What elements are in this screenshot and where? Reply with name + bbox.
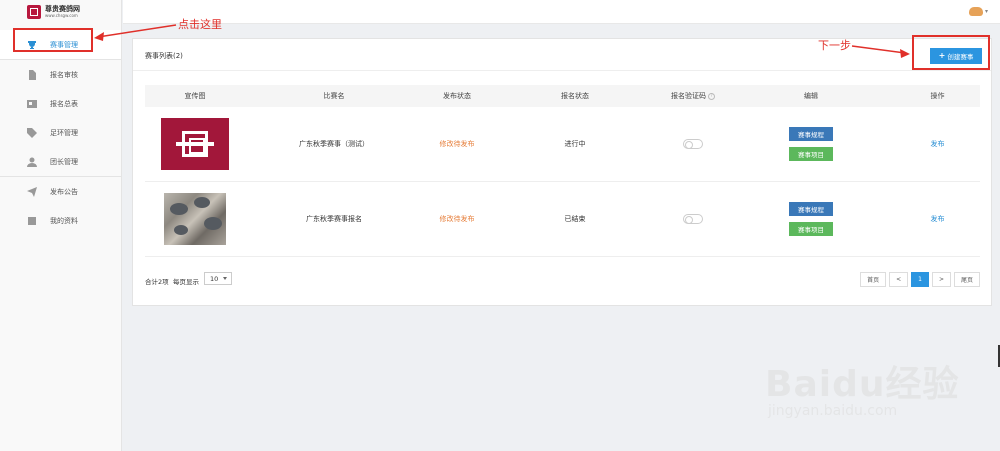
sidebar-item-signup-review[interactable]: 报名审核: [0, 60, 121, 89]
per-page-label: 每页显示: [173, 278, 199, 286]
table-row: 广东秋季赛事报名 修改待发布 已结束 赛事规程 赛事项目 发布: [145, 182, 980, 257]
next-page-button[interactable]: >: [931, 272, 951, 287]
publish-link[interactable]: 发布: [931, 140, 945, 148]
table-footer: 合计2项 每页显示 10 首页 < 1 > 尾页: [145, 272, 980, 288]
sidebar: 尊贵赛鸽网 www.chsgw.com 赛事管理 报名审核 报名总表 足环管理 …: [0, 0, 122, 451]
user-menu[interactable]: ▾: [968, 7, 988, 16]
prev-page-button[interactable]: <: [889, 272, 909, 287]
sidebar-item-my-profile[interactable]: 我的资料: [0, 206, 121, 235]
table-row: 广东秋季赛事（测试） 修改待发布 进行中 赛事规程 赛事项目 发布: [145, 107, 980, 182]
annotation-box-sidebar: [13, 28, 93, 52]
table-header: 宣传图 比赛名 发布状态 报名状态 报名验证码? 编辑 操作: [145, 85, 980, 107]
sidebar-item-ring-management[interactable]: 足环管理: [0, 118, 121, 147]
id-card-icon: [27, 99, 37, 109]
total-count: 合计2项: [145, 278, 169, 286]
user-avatar-icon: [968, 7, 983, 16]
publish-link[interactable]: 发布: [931, 215, 945, 223]
event-list-panel: 赛事列表(2) + 创建赛事 宣传图 比赛名 发布状态 报名状态 报名验证码? …: [132, 38, 992, 306]
sidebar-nav: 赛事管理 报名审核 报名总表 足环管理 团长管理 发布公告 我的资料: [0, 30, 121, 235]
book-icon: [27, 216, 37, 226]
column-header-captcha: 报名验证码?: [659, 91, 727, 101]
captcha-toggle[interactable]: [683, 139, 703, 149]
watermark-site: jingyan.baidu.com: [768, 403, 898, 419]
sidebar-item-label: 团长管理: [50, 157, 78, 166]
panel-header: 赛事列表(2) + 创建赛事: [133, 39, 991, 71]
column-header: 宣传图: [184, 92, 206, 100]
paper-plane-icon: [27, 186, 37, 197]
annotation-click-here: 点击这里: [178, 18, 222, 31]
column-header: 比赛名: [323, 92, 345, 100]
logo[interactable]: 尊贵赛鸽网 www.chsgw.com: [0, 0, 121, 24]
help-icon[interactable]: ?: [708, 92, 715, 100]
sidebar-item-label: 报名总表: [50, 99, 78, 108]
sidebar-item-label: 足环管理: [50, 128, 78, 137]
event-name: 广东秋季赛事报名: [306, 215, 362, 223]
pagination: 首页 < 1 > 尾页: [860, 272, 980, 287]
signup-status: 已结束: [564, 215, 586, 223]
sidebar-item-announcement[interactable]: 发布公告: [0, 177, 121, 206]
watermark-brand: Baidu经验: [765, 364, 960, 405]
brand-url: www.chsgw.com: [45, 13, 78, 18]
per-page-value: 10: [210, 274, 219, 283]
event-rules-button[interactable]: 赛事规程: [789, 127, 833, 141]
event-items-button[interactable]: 赛事项目: [789, 147, 833, 161]
chevron-down-icon: [223, 277, 227, 280]
last-page-button[interactable]: 尾页: [953, 272, 980, 287]
sidebar-item-label: 发布公告: [50, 187, 78, 196]
signup-status: 进行中: [564, 140, 586, 148]
panel-title: 赛事列表(2): [145, 52, 183, 60]
event-name: 广东秋季赛事（测试）: [299, 140, 369, 148]
tag-icon: [27, 127, 37, 138]
current-page-button[interactable]: 1: [911, 272, 929, 287]
logo-mark-icon: [27, 5, 41, 19]
chevron-down-icon: ▾: [984, 8, 988, 15]
document-icon: [27, 69, 37, 80]
annotation-next-step: 下一步: [818, 39, 851, 52]
user-icon: [27, 157, 37, 167]
event-poster-image: [164, 193, 226, 245]
publish-status: 修改待发布: [439, 215, 475, 223]
annotation-box-create: [912, 35, 990, 70]
event-poster-image: [161, 118, 229, 170]
first-page-button[interactable]: 首页: [860, 272, 887, 287]
event-table: 宣传图 比赛名 发布状态 报名状态 报名验证码? 编辑 操作 广东秋季赛事（测试…: [145, 85, 980, 257]
brand-title: 尊贵赛鸽网: [45, 5, 80, 13]
column-header-label: 报名验证码: [671, 92, 706, 100]
event-items-button[interactable]: 赛事项目: [789, 222, 833, 236]
top-header: ▾: [123, 0, 1000, 24]
sidebar-item-label: 我的资料: [50, 216, 78, 225]
column-header: 编辑: [804, 92, 818, 100]
publish-status: 修改待发布: [439, 140, 475, 148]
captcha-toggle[interactable]: [683, 214, 703, 224]
sidebar-item-label: 报名审核: [50, 70, 78, 79]
column-header: 发布状态: [443, 92, 471, 100]
sidebar-item-signup-summary[interactable]: 报名总表: [0, 89, 121, 118]
per-page-select[interactable]: 10: [204, 272, 232, 285]
column-header: 报名状态: [561, 92, 589, 100]
column-header: 操作: [930, 92, 945, 100]
event-rules-button[interactable]: 赛事规程: [789, 202, 833, 216]
baidu-watermark: Baidu经验 jingyan.baidu.com: [760, 345, 980, 425]
sidebar-item-leader-management[interactable]: 团长管理: [0, 147, 121, 176]
